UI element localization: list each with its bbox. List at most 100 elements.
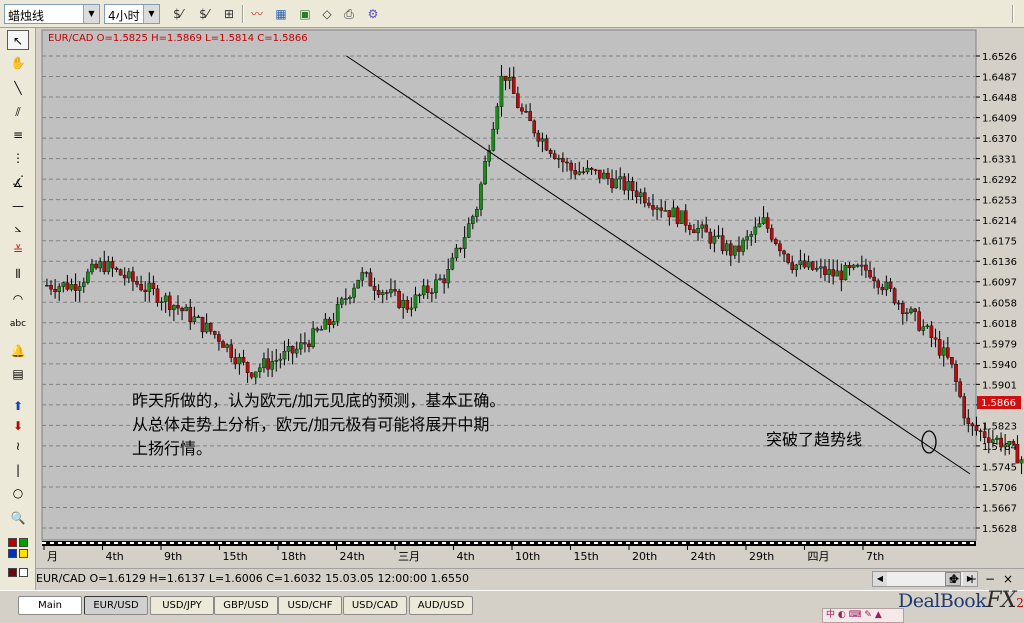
candle-body: [372, 285, 377, 291]
move-icon[interactable]: ✥: [946, 571, 962, 587]
bell-icon[interactable]: 🔔: [7, 341, 29, 361]
candle-body: [970, 423, 975, 427]
candle-body: [499, 75, 504, 107]
tab-usd-cad[interactable]: USD/CAD: [343, 596, 407, 615]
x-axis-notch: [362, 542, 366, 544]
chart-line-icon[interactable]: 〰: [246, 4, 268, 24]
fibo-fan-icon[interactable]: ≚: [7, 240, 29, 260]
hand-icon[interactable]: ✋: [7, 53, 29, 73]
dollar-sell-icon[interactable]: $⁄: [167, 4, 189, 24]
arc-tool-icon[interactable]: ◠: [7, 289, 29, 309]
color-swatch-white[interactable]: [19, 568, 28, 577]
x-axis-notch: [738, 542, 742, 544]
x-axis-notch: [322, 542, 326, 544]
tab-usd-chf[interactable]: USD/CHF: [278, 596, 342, 615]
chart-panel[interactable]: 1.6526 1.6487 1.6448 1.6409 1.6370 1.6331 1.62…: [36, 28, 1024, 568]
arrow-up-icon[interactable]: ⬆: [7, 396, 29, 416]
y-axis-labels: 1.6526 1.6487 1.6448 1.6409 1.6370 1.6331 1.62…: [976, 52, 1017, 535]
x-tick-label: 15th: [223, 550, 248, 563]
candle-body: [802, 260, 807, 268]
eraser-icon[interactable]: ◇: [316, 4, 338, 24]
grid-lines-icon[interactable]: ⋮: [7, 148, 29, 168]
x-axis-notch: [186, 542, 190, 544]
color-swatch-dark-red[interactable]: [8, 568, 17, 577]
zoom-in-icon[interactable]: +: [964, 571, 980, 587]
color-swatch-green[interactable]: [19, 538, 28, 547]
zoom-out-icon[interactable]: −: [982, 571, 998, 587]
x-axis-notch: [754, 542, 758, 544]
wave-icon[interactable]: ≀: [7, 436, 29, 456]
annotation-line-1[interactable]: 昨天所做的，认为欧元/加元见底的预测，基本正确。: [132, 391, 505, 410]
calculator-icon[interactable]: ▤: [7, 364, 29, 384]
candle-body: [258, 367, 262, 373]
tab-usd-jpy[interactable]: USD/JPY: [150, 596, 214, 615]
candle-body: [466, 223, 471, 238]
x-axis-notch: [378, 542, 382, 544]
x-axis-notch: [442, 542, 446, 544]
x-axis-notch: [466, 542, 470, 544]
tab-eur-usd[interactable]: EUR/USD: [84, 596, 148, 615]
x-axis-notch: [226, 542, 230, 544]
color-swatch-red[interactable]: [8, 538, 17, 547]
cycle-lines-icon[interactable]: ⦀: [7, 264, 29, 284]
timeframe-select[interactable]: 4小时 ▼: [104, 4, 160, 24]
fibo-retracement-icon[interactable]: ≡: [7, 125, 29, 145]
x-axis-notch: [154, 542, 158, 544]
scroll-left-icon[interactable]: ◀: [873, 572, 887, 586]
settings-icon[interactable]: ⚙: [362, 4, 384, 24]
color-swatch-blue[interactable]: [8, 549, 17, 558]
chart-scrollbar[interactable]: ◀ ▥ ▶: [872, 571, 978, 587]
channel-tool-icon[interactable]: ⫽: [7, 102, 29, 122]
ime-tray[interactable]: 中 ◐ ⌨ ✎ ▲: [822, 608, 904, 623]
print-icon[interactable]: ⎙: [338, 4, 360, 24]
tab-main[interactable]: Main: [18, 596, 82, 615]
x-axis-notch: [202, 542, 206, 544]
ellipse-tool-icon[interactable]: ○: [7, 483, 29, 503]
text-tool-icon[interactable]: abc: [7, 314, 29, 334]
candle-body: [917, 311, 921, 331]
color-swatch-yellow[interactable]: [19, 549, 28, 558]
candle-body: [925, 325, 930, 328]
chart-grid-icon[interactable]: ▦: [270, 4, 292, 24]
annotation-line-3[interactable]: 上扬行情。: [132, 439, 212, 458]
close-icon[interactable]: ×: [1000, 571, 1016, 587]
x-axis-notch: [394, 542, 398, 544]
tab-gbp-usd[interactable]: GBP/USD: [214, 596, 278, 615]
x-axis-notch: [258, 542, 262, 544]
y-tick-label: 1.6487: [982, 73, 1017, 84]
cursor-icon[interactable]: ↖: [7, 30, 29, 50]
candlestick-chart[interactable]: 1.6526 1.6487 1.6448 1.6409 1.6370 1.6331 1.62…: [36, 28, 1024, 568]
x-axis-notch: [618, 542, 622, 544]
vertical-line-icon[interactable]: |: [7, 460, 29, 480]
candle-body: [794, 264, 799, 270]
gann-fan-icon[interactable]: ⦣: [7, 218, 29, 238]
x-tick-label: 4th: [106, 550, 124, 563]
fan-tool-icon[interactable]: ∡: [7, 173, 29, 193]
candle-body: [421, 285, 426, 296]
x-axis-notch: [682, 542, 686, 544]
indicator-icon[interactable]: ⊞: [218, 4, 240, 24]
x-axis-notch: [594, 542, 598, 544]
candle-body: [155, 288, 160, 303]
x-tick-label: 24th: [691, 550, 716, 563]
dollar-buy-icon[interactable]: $⁄: [193, 4, 215, 24]
candle-body: [118, 269, 123, 276]
line-tool-icon[interactable]: ╲: [7, 78, 29, 98]
main-toolbar: 蜡烛线 ▼ 4小时 ▼ $⁄ $⁄ ⊞ 〰 ▦ ▣ ◇ ⎙ ⚙: [0, 0, 1024, 28]
breakout-annotation[interactable]: 突破了趋势线: [766, 430, 862, 449]
horizontal-line-icon[interactable]: —: [7, 196, 29, 216]
y-tick-label: 1.6253: [982, 196, 1017, 207]
candle-body: [688, 225, 692, 230]
x-axis-notch: [690, 542, 694, 544]
candle-body: [307, 343, 311, 348]
arrow-down-icon[interactable]: ⬇: [7, 416, 29, 436]
chart-image-icon[interactable]: ▣: [294, 4, 316, 24]
zoom-icon[interactable]: 🔍: [7, 508, 29, 528]
tab-aud-usd[interactable]: AUD/USD: [409, 596, 473, 615]
chevron-down-icon[interactable]: ▼: [83, 5, 99, 23]
candle-body: [229, 344, 234, 358]
annotation-line-2[interactable]: 从总体走势上分析，欧元/加元极有可能将展开中期: [132, 415, 489, 434]
chart-type-select[interactable]: 蜡烛线 ▼: [4, 4, 100, 24]
candle-body: [319, 329, 324, 331]
chevron-down-icon[interactable]: ▼: [143, 5, 159, 23]
